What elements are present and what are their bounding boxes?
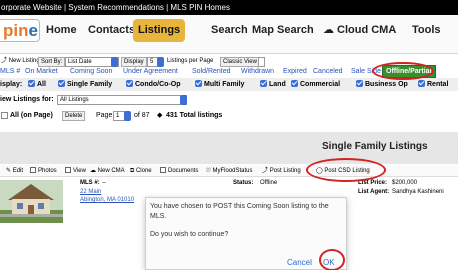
mls-label: MLS #:: [80, 180, 100, 186]
new-listing-icon: ⤴: [1, 58, 8, 64]
listing-address-line1[interactable]: 22 Main: [80, 189, 101, 195]
edit-icon: ✎: [6, 168, 12, 174]
csd-icon: ◯: [316, 168, 323, 174]
tab-on-market[interactable]: On Market: [25, 66, 58, 77]
tab-withdrawn[interactable]: Withdrawn: [241, 66, 274, 77]
flood-icon: ⛆: [206, 168, 211, 174]
cloud-icon: ☁: [90, 168, 96, 174]
checkbox-checked-icon: [260, 80, 267, 87]
filter-commercial[interactable]: Commercial: [291, 78, 340, 91]
main-nav: pinergy Home Contacts Listings Search Ma…: [0, 15, 458, 54]
checkbox-checked-icon: [418, 80, 425, 87]
tab-mls-number[interactable]: MLS #: [0, 66, 20, 77]
logo-text-part1: pin: [3, 21, 29, 40]
filter-single-family[interactable]: Single Family: [58, 78, 112, 91]
tab-canceled[interactable]: Canceled: [313, 66, 343, 77]
display-label: isplay:: [0, 81, 23, 88]
page-count: of 87: [134, 112, 150, 119]
filter-business-op[interactable]: Business Op: [356, 78, 408, 91]
view-for-row: iew Listings for: All Listings: [0, 93, 458, 106]
post-listing-action[interactable]: ⤴ Post Listing: [262, 165, 301, 177]
pinergy-logo[interactable]: pinergy: [0, 19, 40, 42]
logo-text-part2: ergy: [28, 21, 40, 40]
tab-offline-partial[interactable]: Offline/Partial: [382, 65, 436, 78]
paging-row: All (on Page) Delete Page 1 of 87 ◆ 431 …: [0, 109, 458, 122]
filter-multi-family[interactable]: Multi Family: [195, 78, 244, 91]
status-tabs: MLS # On Market Coming Soon Under Agreem…: [0, 65, 458, 78]
page-label: Page: [96, 112, 113, 119]
tab-coming-soon[interactable]: Coming Soon: [70, 66, 112, 77]
tab-sold-rented[interactable]: Sold/Rented: [192, 66, 231, 77]
page-dropdown-icon[interactable]: [124, 111, 131, 121]
view-action[interactable]: View: [65, 165, 86, 177]
nav-listings[interactable]: Listings: [133, 19, 186, 42]
listing-photo[interactable]: [0, 180, 63, 223]
view-icon: [65, 167, 71, 173]
filter-land[interactable]: Land: [260, 78, 286, 91]
photos-icon: [30, 167, 36, 173]
documents-icon: [160, 167, 166, 173]
list-agent-label: List Agent:: [358, 189, 390, 195]
post-confirm-dialog: You have chosen to POST this Coming Soon…: [145, 197, 347, 270]
total-listings: 431 Total listings: [166, 112, 223, 119]
tab-under-agreement[interactable]: Under Agreement: [123, 66, 178, 77]
list-agent-value: Sandhya Kashineni: [392, 189, 444, 195]
listing-action-bar: ✎ Edit Photos View ☁ New CMA ⧉ Clone Doc…: [0, 165, 458, 177]
new-cma-action[interactable]: ☁ New CMA: [90, 165, 125, 177]
nav-home[interactable]: Home: [46, 19, 77, 42]
clone-action[interactable]: ⧉ Clone: [130, 165, 152, 177]
dialog-message: You have chosen to POST this Coming Soon…: [150, 203, 329, 220]
checkbox-checked-icon: [291, 80, 298, 87]
checkbox-checked-icon: [28, 80, 35, 87]
checkbox-checked-icon: [195, 80, 202, 87]
filter-condo-coop[interactable]: Condo/Co-Op: [126, 78, 181, 91]
select-all-checkbox[interactable]: [1, 112, 8, 119]
listing-address-line2[interactable]: Abington, MA 01010: [80, 197, 134, 203]
documents-action[interactable]: Documents: [160, 165, 198, 177]
filter-all[interactable]: All: [28, 78, 46, 91]
status-value: Offline: [260, 180, 278, 186]
tab-expired[interactable]: Expired: [283, 66, 307, 77]
nav-cloud-cma[interactable]: ☁ Cloud CMA: [323, 19, 396, 42]
post-csd-listing-action[interactable]: ◯ Post CSD Listing: [316, 165, 370, 177]
edit-action[interactable]: ✎ Edit: [6, 165, 23, 177]
checkbox-checked-icon: [58, 80, 65, 87]
page-stepper-icon[interactable]: ◆: [157, 109, 162, 122]
checkbox-checked-icon: [126, 80, 133, 87]
new-listing-label: New Listing: [8, 58, 40, 64]
nav-tools[interactable]: Tools: [412, 19, 441, 42]
nav-search[interactable]: Search: [211, 19, 248, 42]
nav-map-search[interactable]: Map Search: [252, 19, 314, 42]
window-title: orporate Website | System Recommendation…: [1, 3, 230, 12]
filter-rental[interactable]: Rental: [418, 78, 448, 91]
clone-icon: ⧉: [130, 168, 135, 174]
list-price-value: $200,000: [392, 180, 418, 186]
nav-contacts[interactable]: Contacts: [88, 19, 135, 42]
house-photo-icon: [0, 180, 63, 223]
tab-sale-side[interactable]: Sale Side: [351, 66, 381, 77]
view-for-select[interactable]: All Listings: [57, 95, 187, 105]
display-filter-row: isplay: All Single Family Condo/Co-Op Mu…: [0, 78, 458, 91]
nav-cloud-cma-label: Cloud CMA: [337, 24, 397, 36]
photos-action[interactable]: Photos: [30, 165, 57, 177]
dialog-ok-button[interactable]: OK: [323, 258, 335, 267]
myfloodstatus-action[interactable]: ⛆ MyFloodStatus: [206, 165, 253, 177]
window-title-bar: orporate Website | System Recommendation…: [0, 0, 458, 15]
section-heading-bar: Single Family Listings: [0, 132, 458, 164]
dialog-question: Do you wish to continue?: [150, 231, 229, 238]
delete-button[interactable]: Delete: [62, 111, 86, 121]
view-for-dropdown-icon[interactable]: [180, 95, 187, 105]
dialog-cancel-button[interactable]: Cancel: [287, 258, 312, 267]
checkbox-checked-icon: [356, 80, 363, 87]
all-on-page-label: All (on Page): [10, 112, 53, 119]
post-icon: ⤴: [262, 168, 269, 174]
mls-value: --: [102, 180, 106, 186]
view-for-label: iew Listings for:: [0, 96, 54, 103]
status-label: Status:: [233, 180, 254, 186]
cloud-icon: ☁: [323, 24, 334, 36]
section-title: Single Family Listings: [322, 141, 428, 152]
list-price-label: List Price:: [358, 180, 388, 186]
